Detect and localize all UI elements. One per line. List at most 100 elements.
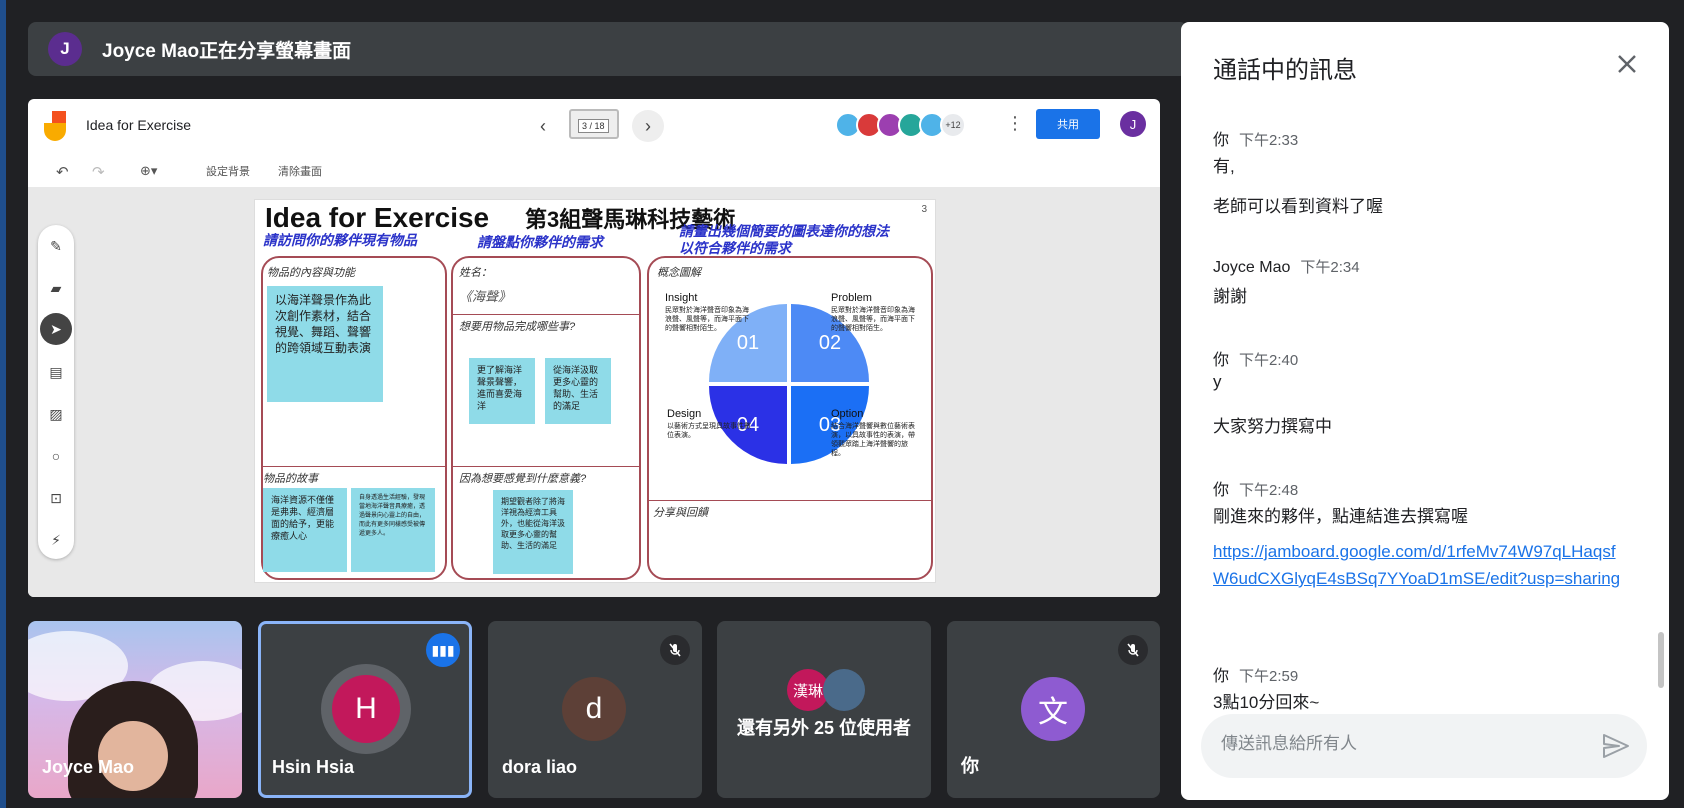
account-avatar[interactable]: J (1120, 111, 1146, 137)
sub-want: 想要用物品完成哪些事? (459, 321, 576, 333)
jamboard-title: Idea for Exercise (86, 117, 192, 133)
heading-diagram-2: 以符合夥伴的需求 (679, 240, 791, 256)
sticky-note[interactable]: 自身透過生活經驗，發現當地海洋聲音具療癒，透過聲景向心靈上的自由，而此有更多同樣… (351, 488, 435, 572)
circle-icon[interactable]: ○ (47, 447, 65, 465)
participant-avatar: d (562, 677, 626, 741)
message-time: 下午2:40 (1239, 352, 1299, 369)
heading-diagram-1: 請畫出幾個簡要的圖表達你的想法 (679, 223, 889, 239)
heading-items: 請訪問你的夥伴現有物品 (263, 232, 417, 248)
text-box-icon[interactable]: ⊡ (47, 489, 65, 507)
participant-name: Joyce Mao (42, 757, 135, 777)
jamboard-logo-icon (44, 111, 66, 141)
message-text: 剛進來的夥伴，點連結進去撰寫喔 (1213, 507, 1468, 526)
message-text: 3點10分回來~ (1213, 693, 1320, 712)
message-time: 下午2:34 (1300, 259, 1360, 276)
participant-tile-others[interactable]: 漢琳 還有另外 25 位使用者 (717, 621, 931, 798)
sticky-note[interactable]: 海洋資源不僅僅是弗弗、經濟層面的給予，更能療癒人心 (263, 488, 347, 572)
participant-name: 你 (961, 756, 979, 776)
jamboard-header: Idea for Exercise ‹ 3 / 18 › +12 ⋮ 共用 J (28, 99, 1160, 153)
desktop-edge (0, 0, 6, 808)
pen-icon[interactable]: ✎ (47, 237, 65, 255)
sticky-note[interactable]: 期望觀者除了將海洋視為經濟工具外，也能從海洋汲取更多心靈的幫助、生活的滿足 (493, 490, 573, 574)
frame-selector[interactable]: 3 / 18 (569, 109, 619, 139)
participant-tile-joyce[interactable]: Joyce Mao (28, 621, 242, 798)
mic-off-icon (1118, 635, 1148, 665)
message-meta: 你下午2:40 (1213, 346, 1298, 370)
more-participants-label: 還有另外 25 位使用者 (736, 718, 912, 738)
chat-input[interactable] (1221, 734, 1561, 754)
sticky-note-icon[interactable]: ▤ (47, 363, 65, 381)
divider (453, 466, 639, 467)
text-problem: 民眾對於海洋聲音印象為海浪聲、風聲等，而海平面下的聲響相對陌生。 (831, 307, 915, 332)
chat-composer (1201, 714, 1647, 778)
frame-counter: 3 / 18 (578, 119, 609, 133)
message-meta: Joyce Mao 下午2:34 (1213, 256, 1360, 277)
chat-title: 通話中的訊息 (1213, 57, 1357, 84)
message-meta: 你下午2:33 (1213, 126, 1298, 150)
text-insight: 民眾對於海洋聲音印象為海浪聲、風聲等，而海平面下的聲響相對陌生。 (665, 307, 749, 332)
name-value: 《海聲》 (459, 289, 512, 304)
jamboard-toolbar: ↶ ↷ ⊕▾ 設定背景 清除畫面 (28, 153, 1160, 187)
more-vert-icon[interactable]: ⋮ (1006, 113, 1024, 134)
chat-scrollbar[interactable] (1658, 632, 1664, 688)
sub-item-story: 物品的故事 (263, 473, 318, 485)
redo-icon[interactable]: ↷ (92, 163, 105, 181)
jamboard-slide[interactable]: Idea for Exercise 第3組聲馬琳科技藝術 3 請訪問你的夥伴現有… (254, 199, 936, 583)
zoom-icon[interactable]: ⊕▾ (140, 163, 157, 179)
eraser-icon[interactable]: ▰ (47, 279, 65, 297)
share-button[interactable]: 共用 (1036, 109, 1100, 139)
heading-needs: 請盤點你夥伴的需求 (477, 234, 603, 250)
divider (649, 500, 931, 501)
text-option: 結合海洋聲響與數位藝術表演，以具故事性的表演，帶領觀眾踏上海洋聲響的旅程。 (831, 423, 915, 457)
message-text: y (1213, 372, 1222, 391)
participant-tile-self[interactable]: 文 你 (947, 621, 1160, 798)
select-icon[interactable]: ➤ (40, 313, 72, 345)
chevron-right-icon[interactable]: › (632, 110, 664, 142)
video-face (98, 721, 168, 791)
undo-icon[interactable]: ↶ (56, 163, 69, 181)
shared-screen[interactable]: Idea for Exercise ‹ 3 / 18 › +12 ⋮ 共用 J … (28, 99, 1160, 597)
set-background-button[interactable]: 設定背景 (206, 163, 250, 179)
viewer-avatars: +12 (835, 112, 966, 138)
participant-avatar: 文 (1021, 677, 1085, 741)
participant-tile-dora[interactable]: d dora liao (488, 621, 702, 798)
send-icon[interactable] (1601, 732, 1631, 760)
image-icon[interactable]: ▨ (47, 405, 65, 423)
divider (263, 466, 445, 467)
participant-tile-hsin[interactable]: H ▮▮▮ Hsin Hsia (258, 621, 472, 798)
sub-concept: 概念圖解 (657, 267, 701, 279)
message-text: 謝謝 (1213, 287, 1247, 306)
sticky-note[interactable]: 更了解海洋聲景聲響，進而喜愛海洋 (469, 358, 535, 424)
slide-number: 3 (921, 204, 927, 215)
chevron-left-icon[interactable]: ‹ (530, 113, 556, 139)
label-insight: Insight (665, 292, 698, 304)
label-option: Option (831, 408, 864, 420)
message-sender: 你 (1213, 352, 1230, 369)
message-text: 有, (1213, 157, 1235, 176)
sticky-note[interactable]: 以海洋聲景作為此次創作素材，結合視覺、舞蹈、聲響的跨領域互動表演 (267, 286, 383, 402)
message-time: 下午2:59 (1239, 668, 1299, 685)
label-design: Design (667, 408, 702, 420)
viewer-more-count: +12 (940, 112, 966, 138)
presenter-avatar: J (48, 32, 82, 66)
message-meta: 你下午2:48 (1213, 476, 1298, 500)
divider (453, 314, 639, 315)
message-link[interactable]: https://jamboard.google.com/d/1rfeMv74W9… (1213, 538, 1625, 592)
message-meta: 你下午2:59 (1213, 662, 1298, 686)
sticky-note[interactable]: 從海洋汲取更多心靈的幫助、生活的滿足 (545, 358, 611, 424)
message-text: 老師可以看到資料了喔 (1213, 197, 1383, 216)
laser-icon[interactable]: ⚡ (47, 531, 65, 549)
message-time: 下午2:33 (1239, 132, 1299, 149)
chat-panel: 通話中的訊息 你下午2:33 有, 老師可以看到資料了喔 Joyce Mao 下午… (1181, 22, 1669, 800)
close-icon[interactable] (1613, 50, 1641, 78)
participant-avatar: H (332, 675, 400, 743)
participant-thumb-avatar (823, 669, 865, 711)
slide-title: Idea for Exercise (265, 202, 490, 233)
mic-off-icon (660, 635, 690, 665)
message-sender: Joyce Mao (1213, 259, 1291, 276)
presenting-banner: J Joyce Mao正在分享螢幕畫面 (28, 22, 1188, 76)
clear-frame-button[interactable]: 清除畫面 (278, 163, 322, 179)
sub-why: 因為想要感覺到什麼意義? (459, 473, 587, 485)
participant-name: Hsin Hsia (272, 757, 355, 777)
audio-level-icon: ▮▮▮ (426, 633, 460, 667)
